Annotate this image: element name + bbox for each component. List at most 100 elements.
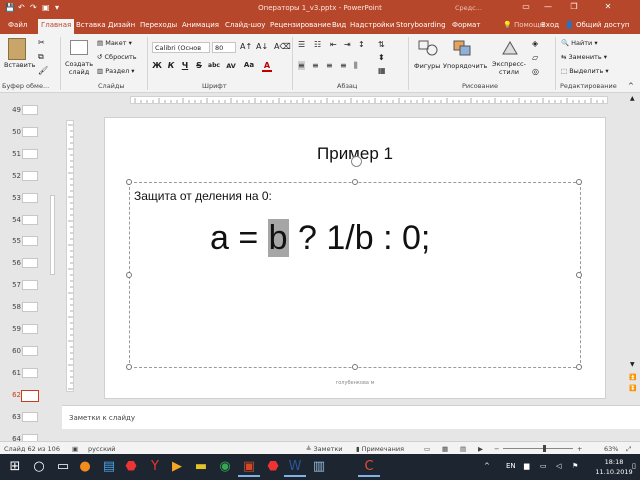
clock-date[interactable]: 11.10.2019	[594, 468, 634, 476]
slide-thumbnail[interactable]	[21, 389, 39, 402]
zoom-out-icon[interactable]: −	[494, 445, 499, 453]
tab-insert[interactable]: Вставка	[76, 21, 106, 29]
horizontal-ruler[interactable]	[130, 96, 608, 104]
slide-canvas[interactable]: Пример 1 Защита от деления на 0: a = b ?…	[105, 118, 605, 398]
grow-font-icon[interactable]: A↑	[240, 42, 252, 51]
layout-button[interactable]: ▤ Макет ▾	[97, 39, 132, 47]
tab-storyboarding[interactable]: Storyboarding	[396, 21, 446, 29]
strikethrough-button[interactable]: S	[194, 61, 204, 70]
slide-thumbnail[interactable]	[22, 280, 38, 291]
arrange-button[interactable]: Упорядочить	[443, 62, 487, 70]
resize-handle-ne[interactable]	[576, 179, 582, 185]
shadow-button[interactable]: abc	[207, 62, 221, 69]
select-button[interactable]: ⬚ Выделить ▾	[561, 67, 609, 75]
justify-icon[interactable]: ≡	[340, 61, 347, 70]
spellcheck-icon[interactable]: ▣	[72, 445, 78, 453]
replace-button[interactable]: ⇆ Заменить ▾	[561, 53, 607, 61]
gallery-icon[interactable]: ▥	[308, 457, 330, 477]
quick-styles-button[interactable]: Экспресс-стили	[492, 60, 526, 76]
firefox-icon[interactable]: ●	[74, 457, 96, 477]
numbering-icon[interactable]: ☷	[314, 40, 321, 49]
zoom-in-icon[interactable]: +	[577, 445, 582, 453]
slide-thumbnail[interactable]	[22, 170, 38, 181]
shapes-icon[interactable]	[418, 39, 438, 57]
format-painter-icon[interactable]: 🖌	[38, 66, 48, 75]
network-icon[interactable]: ▆	[524, 462, 529, 470]
columns-icon[interactable]: ⫼	[354, 61, 358, 71]
input-language[interactable]: EN	[506, 462, 516, 470]
tab-view[interactable]: Вид	[332, 21, 346, 29]
new-slide-icon[interactable]	[70, 40, 88, 55]
char-spacing-button[interactable]: AV	[225, 62, 237, 70]
new-slide-button[interactable]: Создать слайд	[64, 60, 94, 76]
align-left-icon[interactable]: ≡	[298, 61, 305, 70]
bullets-icon[interactable]: ☰	[298, 40, 305, 49]
tab-file[interactable]: Файл	[8, 21, 27, 29]
shapes-button[interactable]: Фигуры	[414, 62, 440, 70]
language-indicator[interactable]: русский	[88, 445, 116, 453]
share-button[interactable]: 👤 Общий доступ	[565, 21, 629, 29]
tray-overflow-icon[interactable]: ^	[484, 462, 490, 470]
sign-in-link[interactable]: Вход	[541, 21, 559, 29]
powerpoint-taskbar-icon[interactable]: ▣	[238, 457, 260, 477]
increase-indent-icon[interactable]: ⇥	[344, 40, 351, 49]
start-button-icon[interactable]: ⊞	[4, 457, 26, 477]
search-icon[interactable]: ○	[28, 457, 50, 477]
notes-pane[interactable]: Заметки к слайду	[62, 405, 640, 429]
shape-outline-icon[interactable]: ▱	[532, 53, 538, 62]
slide-thumbnail[interactable]	[22, 214, 38, 225]
clock-time[interactable]: 18:18	[594, 458, 634, 466]
vertical-scrollbar[interactable]: ▲ ▼ ⏫ ⏬	[627, 93, 640, 398]
cut-icon[interactable]: ✂	[38, 38, 45, 47]
next-slide-icon[interactable]: ⏬	[629, 385, 636, 392]
resize-handle-nw[interactable]	[126, 179, 132, 185]
arrange-icon[interactable]	[452, 39, 472, 57]
resize-handle-s[interactable]	[352, 364, 358, 370]
line-spacing-icon[interactable]: ↕	[358, 40, 365, 49]
camtasia-icon[interactable]: C	[358, 457, 380, 477]
slide-thumbnail[interactable]	[22, 236, 38, 247]
thumbnail-scrollbar[interactable]	[50, 195, 55, 275]
align-text-icon[interactable]: ⬍	[378, 53, 385, 62]
yandex-browser-icon[interactable]: Y	[144, 457, 166, 477]
scroll-up-icon[interactable]: ▲	[630, 95, 635, 102]
align-center-icon[interactable]: ≡	[312, 61, 319, 70]
collapse-ribbon-icon[interactable]: ^	[628, 82, 634, 90]
pdf-app-icon[interactable]: ⬣	[262, 457, 284, 477]
copy-icon[interactable]: ⧉	[38, 52, 44, 62]
volume-icon[interactable]: ◁	[556, 462, 561, 470]
slide-thumbnail[interactable]	[22, 192, 38, 203]
folder-icon[interactable]: ▬	[190, 457, 212, 477]
restore-button[interactable]: ❐	[566, 2, 582, 11]
prev-slide-icon[interactable]: ⏫	[629, 374, 636, 381]
close-button[interactable]: ✕	[600, 2, 616, 11]
comments-toggle-button[interactable]: ▮ Примечания	[356, 445, 404, 453]
slide-thumbnail[interactable]	[22, 302, 38, 313]
underline-button[interactable]: Ч	[180, 61, 190, 70]
resize-handle-se[interactable]	[576, 364, 582, 370]
word-taskbar-icon[interactable]: W	[284, 457, 306, 477]
ribbon-options-icon[interactable]: ▭	[518, 2, 534, 11]
slide-thumbnail[interactable]	[22, 324, 38, 334]
slide-thumbnail[interactable]	[22, 258, 38, 269]
tab-animations[interactable]: Анимация	[182, 21, 219, 29]
slide-thumbnail[interactable]	[22, 126, 38, 137]
flag-icon[interactable]: ⚑	[572, 462, 578, 470]
shape-effects-icon[interactable]: ◎	[532, 67, 539, 76]
reset-button[interactable]: ↺ Сбросить	[97, 53, 137, 61]
tab-design[interactable]: Дизайн	[108, 21, 135, 29]
paste-icon[interactable]	[8, 38, 26, 60]
find-button[interactable]: 🔍 Найти ▾	[561, 39, 598, 47]
section-button[interactable]: ▥ Раздел ▾	[97, 67, 135, 75]
chrome-icon[interactable]: ◉	[214, 457, 236, 477]
task-view-icon[interactable]: ▭	[52, 457, 74, 477]
notes-placeholder[interactable]: Заметки к слайду	[69, 414, 135, 422]
pdf-reader-icon[interactable]: ⬣	[120, 457, 142, 477]
paste-button[interactable]: Вставить	[4, 61, 35, 69]
reading-view-icon[interactable]: ▤	[460, 445, 466, 453]
resize-handle-w[interactable]	[126, 272, 132, 278]
text-direction-icon[interactable]: ⇅	[378, 40, 385, 49]
content-placeholder[interactable]: Защита от деления на 0: a = b ? 1/b : 0;	[126, 179, 582, 370]
font-color-button[interactable]: A	[262, 61, 272, 72]
quick-styles-icon[interactable]	[500, 39, 520, 57]
